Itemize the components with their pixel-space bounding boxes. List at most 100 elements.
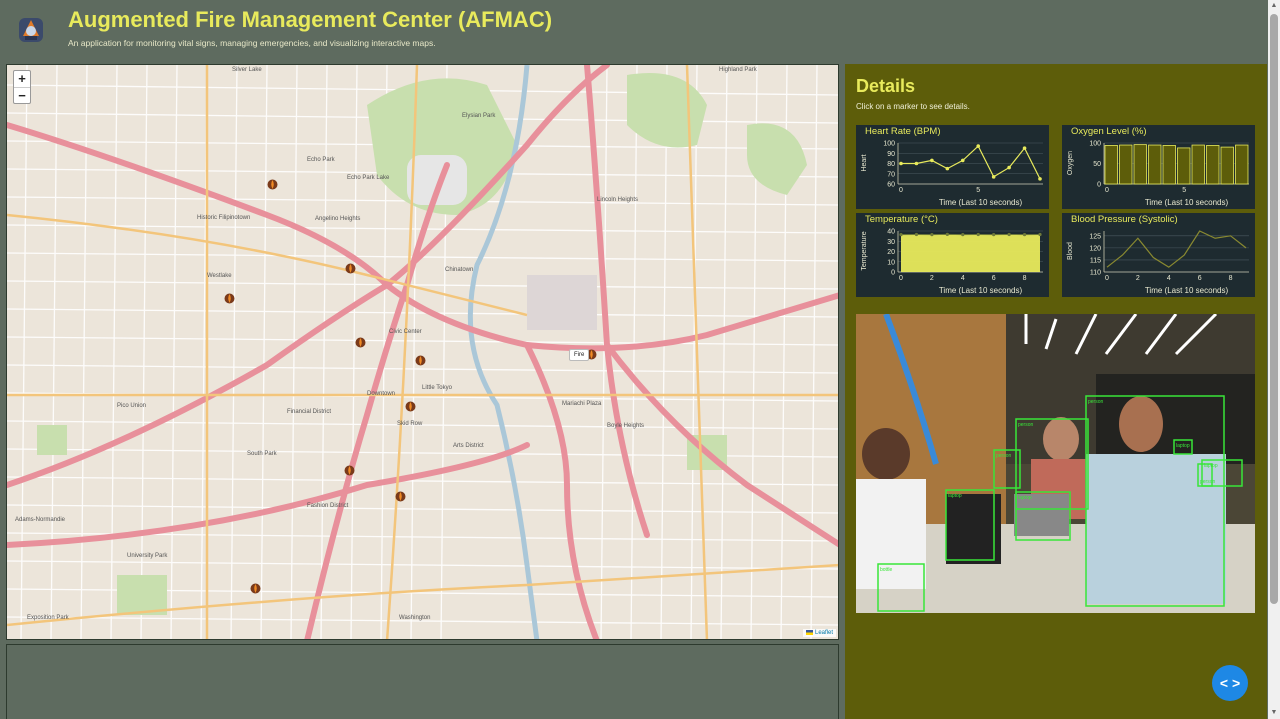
fire-marker-icon[interactable]	[395, 491, 406, 502]
data-point	[976, 144, 981, 148]
data-point	[930, 232, 934, 237]
leaflet-flag-icon	[806, 629, 814, 635]
map-attribution[interactable]: Leaflet	[803, 628, 836, 637]
code-toggle-button[interactable]: < >	[1212, 665, 1248, 701]
x-tick-label: 2	[930, 275, 934, 282]
y-tick-label: 10	[887, 259, 895, 266]
detection-label: person	[1088, 399, 1104, 405]
zoom-in-button[interactable]: +	[14, 71, 30, 87]
interactive-map[interactable]: Silver Lake Echo Park Elysian Park Histo…	[6, 64, 839, 640]
bar	[1206, 145, 1220, 185]
details-panel: Details Click on a marker to see details…	[845, 64, 1267, 719]
scroll-up-arrow-icon[interactable]: ▲	[1268, 0, 1280, 12]
x-tick-label: 5	[976, 187, 980, 194]
bar	[1104, 145, 1118, 185]
app-title: Augmented Fire Management Center (AFMAC)	[68, 7, 553, 32]
bar	[1162, 145, 1176, 185]
detection-label: bottle	[880, 567, 892, 573]
series-line	[1106, 230, 1247, 268]
detection-label: person	[1200, 479, 1216, 485]
y-tick-label: 110	[1090, 270, 1101, 277]
x-tick-label: 5	[1182, 187, 1186, 194]
data-point	[914, 232, 919, 237]
data-point	[991, 175, 996, 179]
x-tick-label: 4	[1167, 275, 1171, 282]
scroll-down-arrow-icon[interactable]: ▼	[1268, 707, 1280, 719]
map-label: Fashion District	[307, 503, 349, 509]
attribution-link[interactable]: Leaflet	[815, 630, 833, 636]
y-tick-label: 80	[887, 161, 895, 168]
fire-marker-icon[interactable]	[224, 293, 235, 304]
y-tick-label: 60	[887, 182, 895, 189]
x-axis-label: Time (Last 10 seconds)	[1145, 198, 1229, 207]
fire-marker-icon[interactable]	[415, 355, 426, 366]
fire-marker-icon[interactable]	[405, 401, 416, 412]
detection-label: person	[1018, 422, 1034, 428]
data-point	[1038, 177, 1042, 181]
map-label: Adams-Normandie	[15, 517, 66, 523]
map-label: Westlake	[207, 273, 232, 279]
bar	[1177, 147, 1191, 185]
detection-label: person	[996, 453, 1012, 459]
data-point	[945, 166, 950, 171]
app-header: Augmented Fire Management Center (AFMAC)…	[0, 0, 1268, 62]
code-icon: < >	[1219, 675, 1241, 691]
y-tick-label: 50	[1093, 161, 1101, 168]
map-label: Chinatown	[445, 267, 474, 273]
y-tick-label: 100	[883, 141, 895, 148]
y-axis-label: Heart	[861, 154, 868, 171]
detection-label: laptop	[948, 493, 962, 499]
fire-marker-icon[interactable]	[345, 263, 356, 274]
y-axis-label: Oxygen	[1067, 151, 1074, 175]
firefighter-logo-icon	[19, 18, 43, 42]
x-tick-label: 0	[1105, 187, 1109, 194]
fire-marker-icon[interactable]	[250, 583, 261, 594]
page-scrollbar[interactable]: ▲ ▼	[1268, 0, 1280, 719]
bar	[1148, 144, 1162, 185]
map-label: Financial District	[287, 409, 332, 415]
data-point	[930, 158, 934, 163]
map-label: Downtown	[367, 391, 396, 397]
zoom-out-button[interactable]: −	[14, 87, 30, 103]
map-label: Elysian Park	[462, 113, 496, 119]
data-point	[960, 158, 965, 163]
bar	[1133, 144, 1147, 185]
y-tick-label: 0	[1097, 182, 1101, 189]
map-label: Echo Park Lake	[347, 175, 390, 181]
details-title: Details	[856, 76, 916, 96]
map-label: Washington	[399, 615, 431, 621]
data-point	[961, 232, 965, 237]
map-label: Silver Lake	[232, 67, 262, 73]
chart-plot: 0 50 100 0 5 Time (Last 10 seconds) Oxygen	[1067, 141, 1249, 207]
detection-label: laptop	[1018, 495, 1032, 501]
x-tick-label: 0	[1105, 275, 1109, 282]
bar	[1191, 144, 1205, 185]
detection-box	[1085, 395, 1225, 607]
heart-rate-chart: Heart Rate (BPM) 60 70 80 90 100 0 5 Time (Last…	[856, 125, 1049, 209]
oxygen-level-chart: Oxygen Level (%) 0 50 100 0 5 Time (Last 10 s…	[1062, 125, 1255, 209]
y-tick-label: 115	[1090, 257, 1101, 264]
chart-plot: 60 70 80 90 100 0 5 Time (Last 10 seconds) Heart	[861, 141, 1043, 207]
x-tick-label: 2	[1136, 275, 1140, 282]
fire-marker-icon[interactable]	[355, 337, 366, 348]
map-label: Historic Filipinotown	[197, 215, 251, 221]
marker-tooltip: Fire	[569, 349, 590, 361]
temperature-chart: Temperature (°C) 0 10 20 30 40 0 2 4 6 8 Time (Las…	[856, 213, 1049, 297]
x-tick-label: 6	[1198, 275, 1202, 282]
zoom-control: + −	[13, 70, 31, 104]
map-label: Exposition Park	[27, 615, 69, 621]
map-label: Civic Center	[389, 329, 422, 335]
bar	[1119, 144, 1133, 185]
live-camera-feed[interactable]: person person laptop laptop person bottl…	[856, 314, 1255, 613]
y-tick-label: 70	[887, 171, 895, 178]
y-tick-label: 40	[887, 229, 895, 236]
map-label: Lincoln Heights	[597, 197, 639, 203]
map-label: Mariachi Plaza	[562, 401, 602, 407]
scroll-thumb[interactable]	[1270, 14, 1278, 604]
data-point	[1007, 165, 1011, 170]
fire-marker-icon[interactable]	[267, 179, 278, 190]
fire-marker-icon[interactable]	[344, 465, 355, 476]
x-axis-label: Time (Last 10 seconds)	[1145, 286, 1229, 295]
data-point	[992, 232, 996, 237]
y-axis-label: Blood	[1067, 242, 1074, 260]
